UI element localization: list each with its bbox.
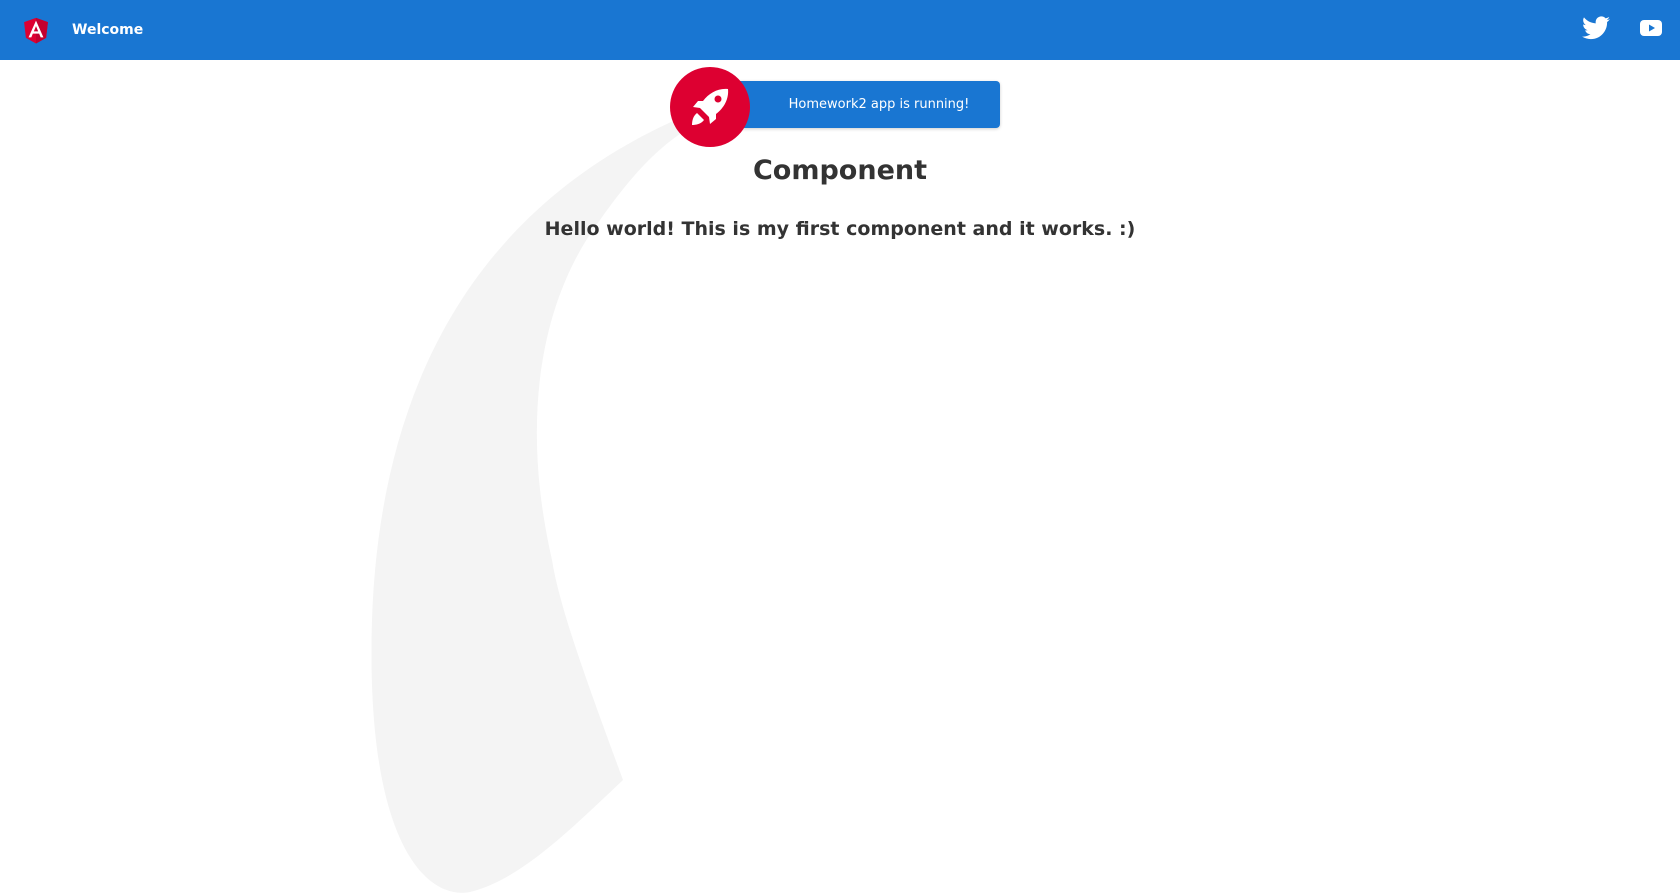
- page-heading: Component: [752, 155, 928, 186]
- background-swoosh: [371, 112, 700, 893]
- component-message: Hello world! This is my first component …: [544, 218, 1136, 240]
- youtube-icon[interactable]: [1640, 18, 1662, 38]
- status-card: Homework2 app is running!: [718, 81, 1000, 128]
- rocket-icon: [692, 88, 729, 125]
- top-toolbar: Welcome: [0, 0, 1680, 60]
- status-card-text: Homework2 app is running!: [788, 97, 970, 112]
- angular-logo-icon: [24, 17, 48, 44]
- twitter-icon[interactable]: [1582, 16, 1610, 40]
- welcome-title: Welcome: [72, 22, 144, 38]
- rocket-badge: [670, 67, 750, 147]
